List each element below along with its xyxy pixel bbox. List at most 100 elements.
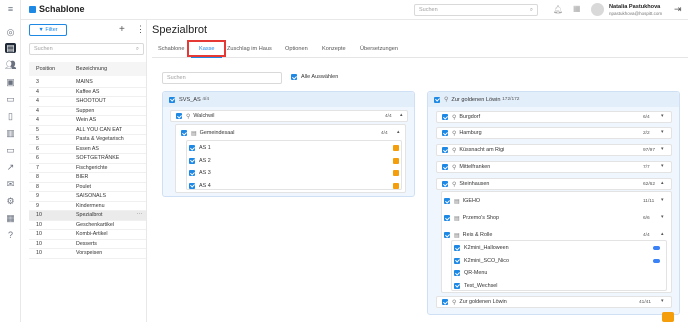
list-item-position: 9 xyxy=(36,193,39,200)
location-row[interactable]: ⚲ Steinhausen xyxy=(436,178,672,190)
page-title: Spezialbrot xyxy=(152,24,208,36)
register-row[interactable]: AS 4 xyxy=(189,180,211,192)
tab-konzepte[interactable]: Konzepte xyxy=(322,46,346,52)
list-item[interactable]: 8 Poulet xyxy=(29,183,146,192)
list-item[interactable]: 10 Spezialbrot ⋯ xyxy=(29,211,146,221)
location-row[interactable]: ⚲ Burgdorf xyxy=(436,111,672,123)
sub-location-row[interactable]: ▤ Przemo's Shop xyxy=(444,212,499,224)
register-row[interactable]: AS 1 xyxy=(189,142,211,154)
svs-as-title: SVS_AS xyxy=(179,96,201,103)
list-item[interactable]: 10 Vorspeisen xyxy=(29,249,146,259)
monitor-icon[interactable]: ▭ xyxy=(5,145,16,155)
template-icon[interactable]: ▤ xyxy=(5,43,16,53)
chart-icon[interactable]: ↗ xyxy=(5,162,16,172)
walchwil-count: 4/4 xyxy=(385,114,392,119)
list-item-name: Pasta & Vegetarisch xyxy=(76,136,124,143)
chat-icon[interactable] xyxy=(662,312,674,322)
select-all-checkbox[interactable]: Alle Auswählen xyxy=(291,74,338,80)
card-icon[interactable]: ▭ xyxy=(5,94,16,104)
list-item[interactable]: 8 BIER xyxy=(29,173,146,183)
gemeindesaal-row[interactable]: ▤ Gemeindesaal xyxy=(181,127,234,139)
apps-icon[interactable]: ▦ xyxy=(5,213,16,223)
target-icon[interactable]: ◎ xyxy=(5,27,16,37)
mail-icon[interactable]: ✉ xyxy=(5,179,16,189)
register-row[interactable]: K2mini_Halloween xyxy=(454,242,509,254)
tab-kasse-highlight xyxy=(187,40,226,57)
more-icon[interactable]: ⋯ xyxy=(137,212,142,218)
list-item[interactable]: 5 Pasta & Vegetarisch xyxy=(29,135,146,145)
list-item[interactable]: 4 Suppen xyxy=(29,107,146,116)
list-item[interactable]: 6 SOFTGETRÄNKE xyxy=(29,154,146,164)
list-item-name: Poulet xyxy=(76,183,92,190)
add-icon[interactable]: + xyxy=(119,24,125,35)
list-item-position: 10 xyxy=(36,221,42,228)
user-email: npastukhova@hospitt.com xyxy=(609,11,663,16)
tab-optionen[interactable]: Optionen xyxy=(285,46,308,52)
list-item[interactable]: 5 ALL YOU CAN EAT xyxy=(29,126,146,135)
chevron-down-icon[interactable]: ▾ xyxy=(661,130,663,135)
list-item[interactable]: 9 SAISONALS xyxy=(29,192,146,202)
search-icon: ⌕ xyxy=(529,7,533,13)
list-item[interactable]: 10 Desserts xyxy=(29,240,146,249)
chevron-up-icon[interactable]: ▴ xyxy=(661,181,663,186)
receipt-icon[interactable]: ▥ xyxy=(5,128,16,138)
location-row[interactable]: ⚲ Hamburg xyxy=(436,127,672,139)
users-icon[interactable]: 👥︎ xyxy=(5,60,16,70)
list-item-name: BIER xyxy=(76,174,89,181)
walchwil-row[interactable]: ⚲ Walchwil xyxy=(170,110,408,122)
register-row[interactable]: AS 2 xyxy=(189,155,211,167)
svs-as-checkbox[interactable] xyxy=(169,96,175,103)
tab-zuschlag[interactable]: Zuschlag im Haus xyxy=(227,46,272,52)
sub-location-row[interactable]: ▤ IGEHO xyxy=(444,195,480,207)
chevron-down-icon[interactable]: ▾ xyxy=(661,164,663,169)
chevron-up-icon[interactable]: ▴ xyxy=(661,232,663,237)
loewin-title: Zur goldenen Löwin xyxy=(451,96,501,103)
chevron-down-icon[interactable]: ▾ xyxy=(661,299,663,304)
cloud-icon xyxy=(653,246,660,250)
settings-icon[interactable]: ⚙ xyxy=(5,196,16,206)
location-row[interactable]: ⚲ Küssnacht am Rigi xyxy=(436,144,672,156)
list-item[interactable]: 10 Kombi-Artikel xyxy=(29,230,146,240)
loewin-checkbox[interactable] xyxy=(434,96,440,103)
last-location-row[interactable]: ⚲ Zur goldenen Löwin xyxy=(436,296,672,308)
logout-icon[interactable]: ⇥ xyxy=(674,4,682,15)
list-item[interactable]: 3 MAINS xyxy=(29,78,146,88)
location-pin-icon: ⚲ xyxy=(452,114,457,121)
cloud-icon xyxy=(653,258,660,263)
location-row[interactable]: ⚲ Mittelfranken xyxy=(436,161,672,173)
list-item-name: Spezialbrot xyxy=(76,212,103,219)
chevron-down-icon[interactable]: ▾ xyxy=(661,215,663,220)
help-icon[interactable]: ? xyxy=(5,230,16,240)
chevron-up-icon[interactable]: ▴ xyxy=(397,130,399,135)
tab-schablone[interactable]: Schablone xyxy=(158,46,184,52)
chevron-up-icon[interactable]: ▴ xyxy=(400,113,402,118)
list-item[interactable]: 10 Geschenkartikel xyxy=(29,221,146,230)
avatar[interactable] xyxy=(591,3,604,16)
list-item-position: 5 xyxy=(36,136,39,143)
image-icon[interactable]: ▣ xyxy=(5,77,16,87)
register-row[interactable]: Test_Wechsel xyxy=(454,280,497,292)
filter-button[interactable]: ▼ Filter xyxy=(29,24,67,36)
register-row[interactable]: QR-Menu xyxy=(454,267,487,279)
chevron-down-icon[interactable]: ▾ xyxy=(661,198,663,203)
bell-icon[interactable]: 🔔︎ xyxy=(553,5,563,14)
list-item[interactable]: 4 Wein AS xyxy=(29,116,146,126)
document-icon[interactable]: ▯ xyxy=(5,111,16,121)
grid-icon[interactable]: ▦ xyxy=(573,4,581,13)
global-search-input[interactable]: Suchen ⌕ xyxy=(414,4,538,16)
register-row[interactable]: K2mini_SCO_Nico xyxy=(454,255,509,267)
list-item[interactable]: 4 SHOOTOUT xyxy=(29,97,146,107)
chevron-down-icon[interactable]: ▾ xyxy=(661,114,663,119)
chevron-down-icon[interactable]: ▾ xyxy=(661,147,663,152)
kasse-search-input[interactable]: Suchen xyxy=(162,72,282,84)
menu-icon[interactable]: ≡ xyxy=(5,4,16,14)
register-row[interactable]: AS 3 xyxy=(189,167,211,179)
location-pin-icon: ⚲ xyxy=(444,97,449,103)
tab-uebersetzungen[interactable]: Übersetzungen xyxy=(360,46,398,52)
list-search-input[interactable]: Suchen ⌕ xyxy=(29,43,144,55)
list-item[interactable]: 7 Fischgerichte xyxy=(29,164,146,173)
more-icon[interactable]: ⋮ xyxy=(136,24,145,35)
list-item[interactable]: 6 Essen AS xyxy=(29,145,146,154)
list-item[interactable]: 4 Kaffee AS xyxy=(29,88,146,97)
list-item[interactable]: 9 Kindermenu xyxy=(29,202,146,211)
